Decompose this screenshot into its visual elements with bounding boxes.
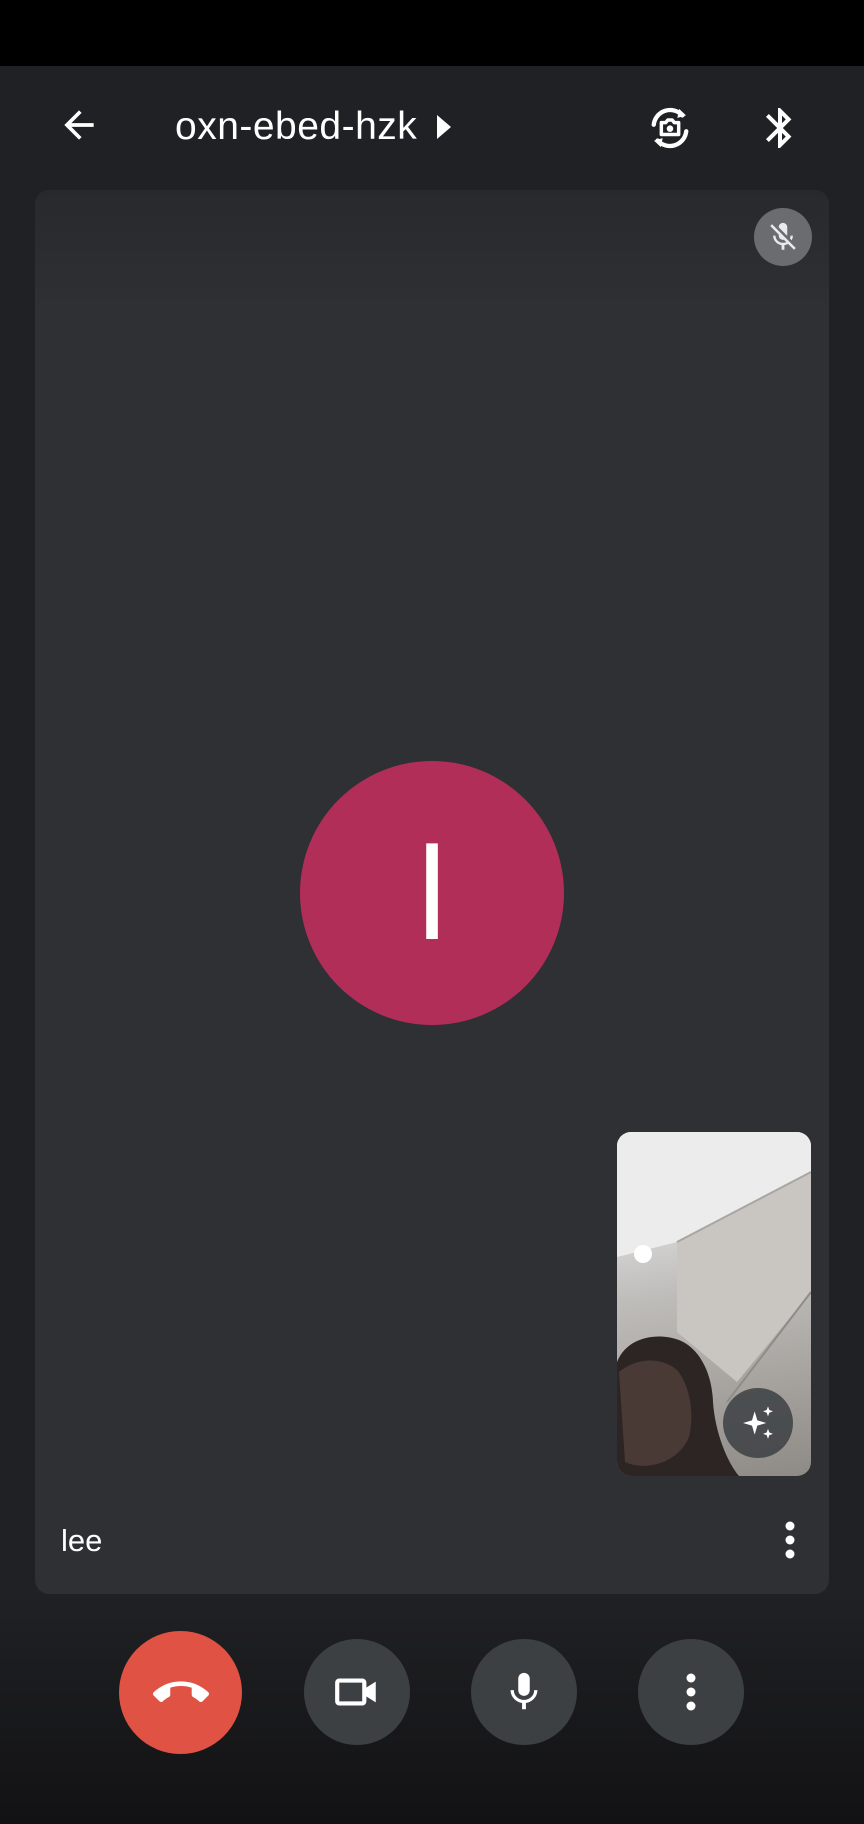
- status-bar: [0, 0, 864, 66]
- participant-muted-badge: [754, 208, 812, 266]
- call-controls-bar: [0, 1594, 864, 1824]
- bluetooth-audio-button[interactable]: [742, 90, 818, 166]
- visual-effects-button[interactable]: [723, 1388, 793, 1458]
- sparkle-effects-icon: [743, 1406, 773, 1439]
- participant-tile[interactable]: l lee: [35, 190, 829, 1594]
- meeting-title-button[interactable]: oxn-ebed-hzk: [175, 102, 453, 152]
- meeting-code: oxn-ebed-hzk: [175, 105, 418, 148]
- switch-camera-icon: [651, 107, 689, 149]
- caret-right-icon: [437, 115, 452, 139]
- camera-toggle-button[interactable]: [304, 1639, 410, 1745]
- arrow-back-icon: [64, 110, 94, 140]
- mic-off-icon: [770, 222, 796, 250]
- participant-name-label: lee: [61, 1523, 103, 1558]
- videocam-icon: [335, 1678, 376, 1706]
- more-options-button[interactable]: [638, 1639, 744, 1745]
- microphone-toggle-button[interactable]: [471, 1639, 577, 1745]
- back-button[interactable]: [44, 90, 114, 160]
- switch-camera-button[interactable]: [632, 90, 708, 166]
- more-vert-icon: [686, 1673, 696, 1711]
- end-call-button[interactable]: [119, 1631, 242, 1754]
- participant-avatar: l: [300, 761, 564, 1025]
- bluetooth-icon: [766, 108, 792, 148]
- self-view-video[interactable]: [617, 1132, 811, 1476]
- call-end-icon: [152, 1680, 209, 1702]
- top-bar: oxn-ebed-hzk: [0, 66, 864, 190]
- mic-icon: [510, 1672, 538, 1710]
- more-vert-icon: [785, 1521, 795, 1559]
- participant-options-button[interactable]: [765, 1512, 815, 1568]
